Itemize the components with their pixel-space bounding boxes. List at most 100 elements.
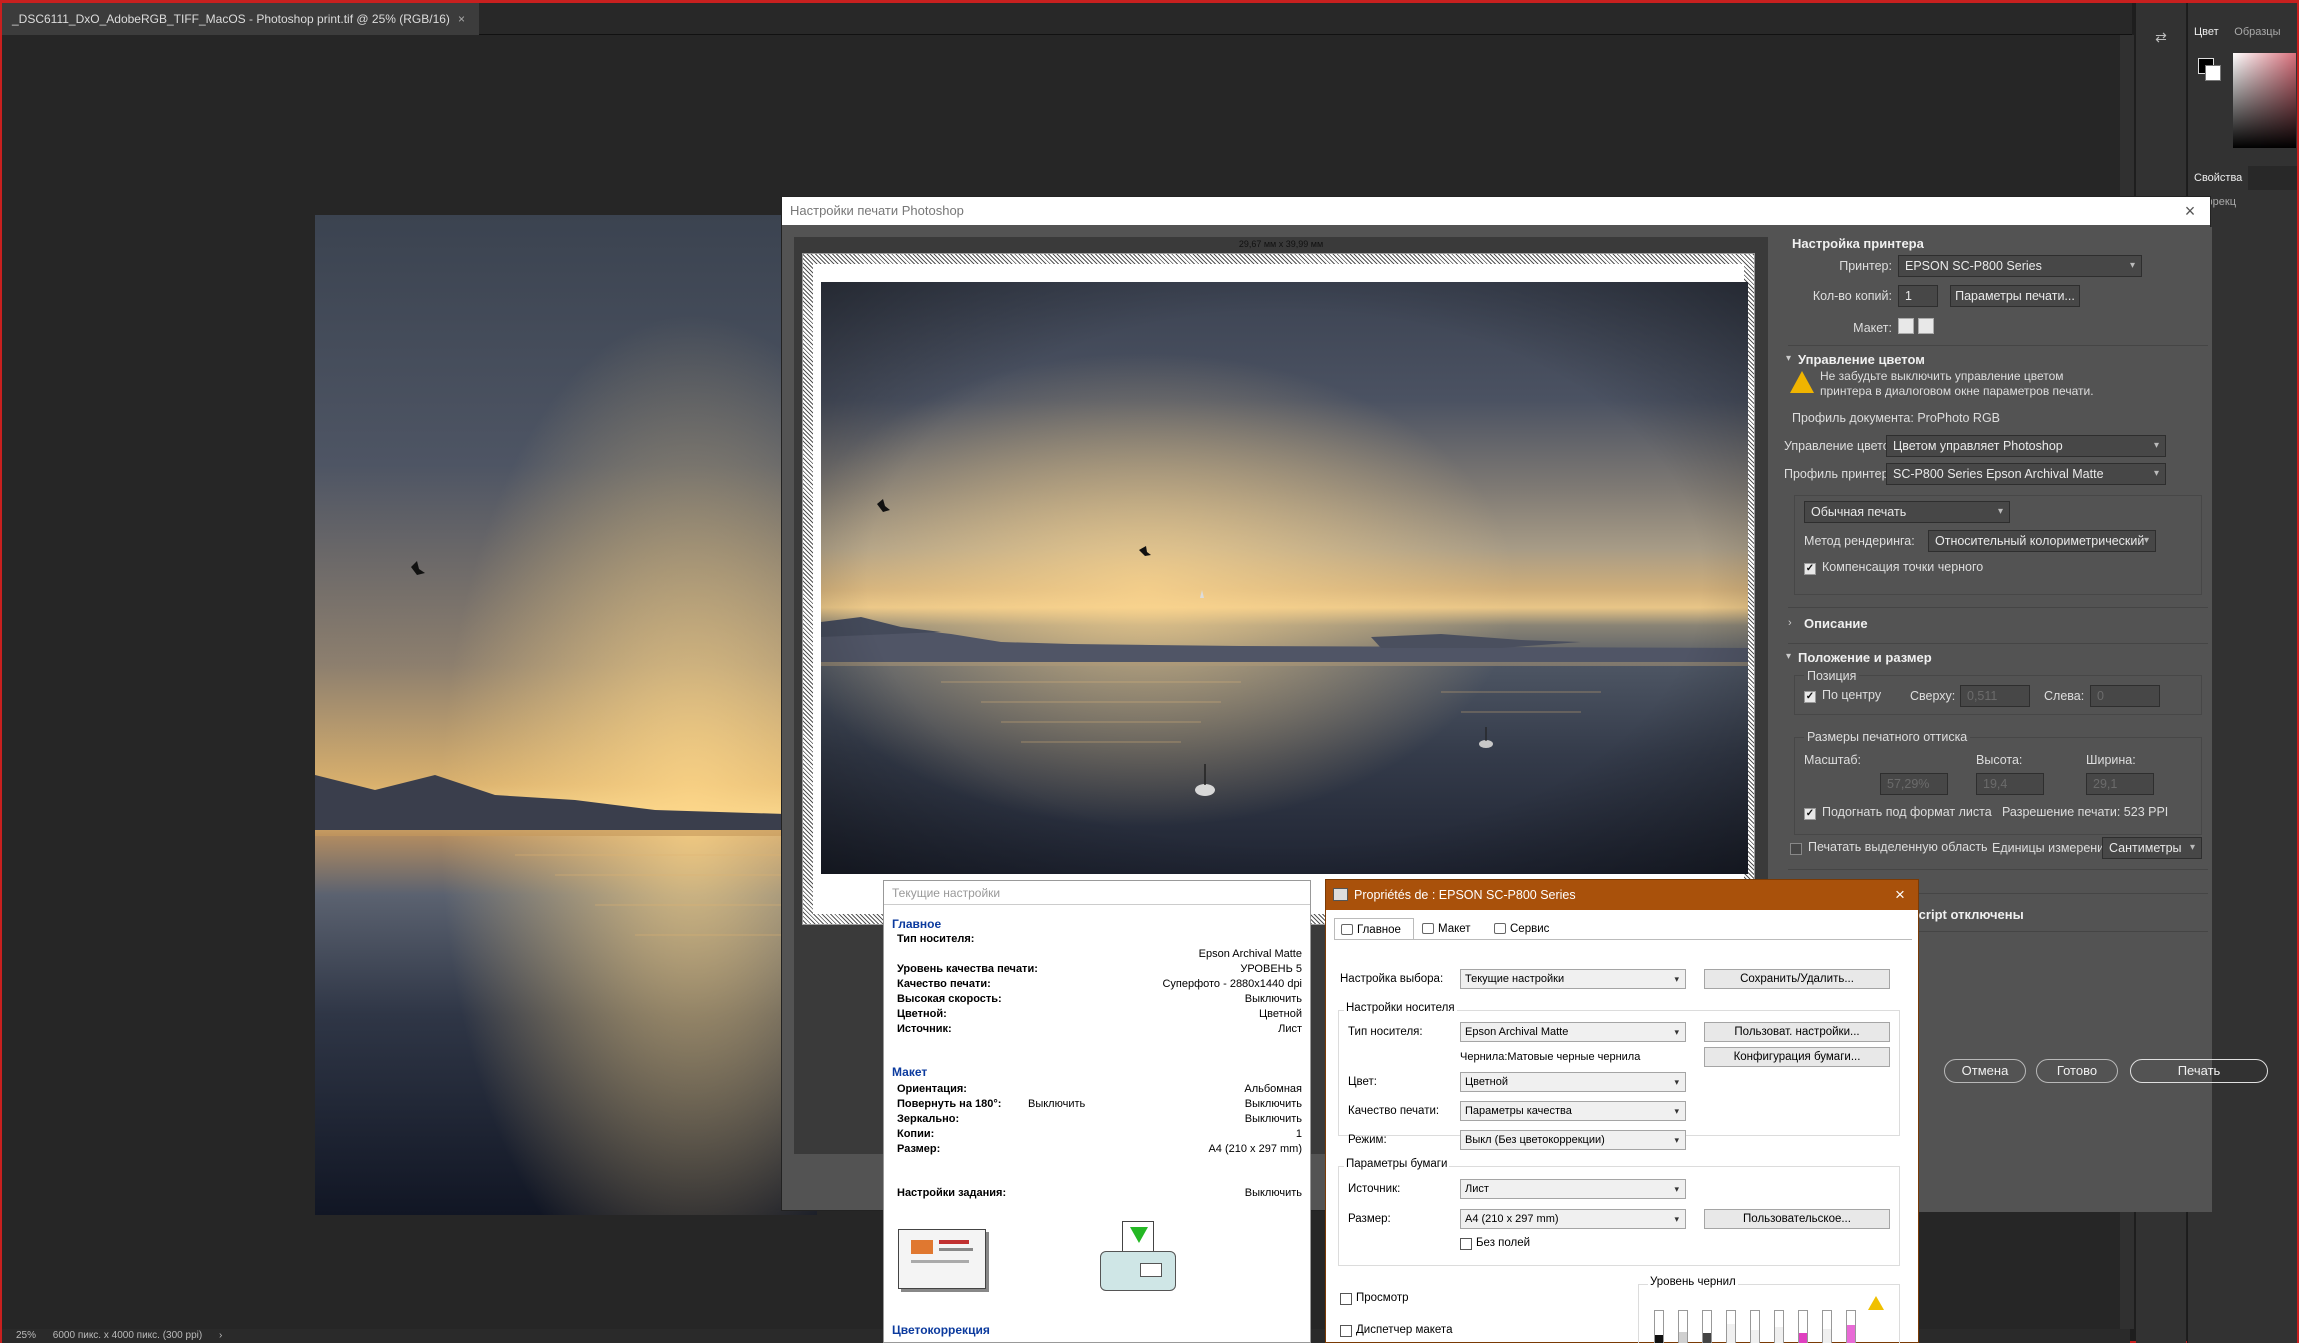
- tab-main[interactable]: Главное: [1334, 918, 1414, 940]
- section-divider: [1788, 345, 2208, 346]
- document-image: [315, 215, 817, 1215]
- black-point-label: Компенсация точки черного: [1822, 560, 1984, 574]
- settings-key: Уровень качества печати:: [897, 963, 1038, 975]
- preview-checkbox[interactable]: [1340, 1293, 1352, 1305]
- color-picker-field[interactable]: [2233, 53, 2296, 148]
- print-dimensions-label: 29,67 мм x 39,99 мм: [1238, 239, 1324, 249]
- fit-media-checkbox[interactable]: ✓: [1804, 808, 1816, 820]
- user-settings-button[interactable]: Пользоват. настройки...: [1704, 1022, 1890, 1042]
- chevron-down-icon: ▾: [2129, 260, 2135, 271]
- zoom-level[interactable]: 25%: [16, 1330, 36, 1341]
- quality-select[interactable]: Параметры качества ▾: [1460, 1101, 1686, 1121]
- color-handling-select[interactable]: Цветом управляет Photoshop ▾: [1886, 435, 2166, 457]
- print-dialog-title: Настройки печати Photoshop: [790, 203, 964, 218]
- color-select[interactable]: Цветной ▾: [1460, 1072, 1686, 1092]
- tab-service[interactable]: Сервис: [1488, 918, 1564, 940]
- ink-level-fill: [1799, 1333, 1807, 1343]
- stamp-mark: [911, 1240, 933, 1254]
- source-value: Лист: [1465, 1183, 1489, 1195]
- history-icon[interactable]: ⇄: [2151, 29, 2171, 49]
- ink-type-text: Чернила:Матовые черные чернила: [1460, 1051, 1641, 1063]
- landscape-layout-icon[interactable]: [1918, 318, 1934, 334]
- units-select[interactable]: Сантиметры ▾: [2102, 837, 2202, 859]
- rendering-select[interactable]: Относительный колориметрический ▾: [1928, 530, 2156, 552]
- paper-config-button[interactable]: Конфигурация бумаги...: [1704, 1047, 1890, 1067]
- print-button[interactable]: Печать: [2130, 1059, 2268, 1083]
- units-label: Единицы измерения:: [1992, 841, 2115, 855]
- ink-level-fill: [1751, 1330, 1759, 1343]
- close-icon[interactable]: ×: [2180, 197, 2200, 225]
- ink-cartridge: [1822, 1310, 1832, 1343]
- settings-value: УРОВЕНЬ 5: [1240, 963, 1302, 975]
- height-input[interactable]: 19,4: [1976, 773, 2044, 795]
- layout-manager-checkbox[interactable]: [1340, 1325, 1352, 1337]
- scripts-title[interactable]: Script отключены: [1910, 907, 2024, 922]
- ink-cartridge: [1846, 1310, 1856, 1343]
- quality-label: Качество печати:: [1348, 1105, 1440, 1117]
- status-arrow-icon[interactable]: ›: [219, 1330, 222, 1341]
- width-input[interactable]: 29,1: [2086, 773, 2154, 795]
- close-icon[interactable]: ×: [458, 12, 465, 26]
- done-button[interactable]: Готово: [2036, 1059, 2118, 1083]
- paper-preview: [802, 253, 1755, 925]
- print-params-button[interactable]: Параметры печати...: [1950, 285, 2080, 307]
- color-panel: Цвет Образцы: [2187, 3, 2297, 193]
- cancel-button[interactable]: Отмена: [1944, 1059, 2026, 1083]
- tab-properties[interactable]: Свойства: [2188, 166, 2249, 190]
- settings-value: Epson Archival Matte: [1198, 948, 1302, 960]
- print-mode-select[interactable]: Обычная печать ▾: [1804, 501, 2010, 523]
- settings-value: Выключить: [1244, 1113, 1302, 1125]
- color-panel-tabs: Цвет Образцы: [2188, 21, 2298, 43]
- ink-cartridge: [1774, 1310, 1784, 1343]
- mode-select[interactable]: Выкл (Без цветокоррекции) ▾: [1460, 1130, 1686, 1150]
- chevron-down-icon[interactable]: ▾: [1786, 353, 1791, 364]
- borderless-checkbox[interactable]: [1460, 1238, 1472, 1250]
- source-label: Источник:: [1348, 1183, 1401, 1195]
- printer-profile-select[interactable]: SC-P800 Series Epson Archival Matte ▾: [1886, 463, 2166, 485]
- size-label: Размер:: [1348, 1213, 1391, 1225]
- document-tab[interactable]: _DSC6111_DxO_AdobeRGB_TIFF_MacOS - Photo…: [2, 3, 479, 35]
- layout-heading: Макет: [892, 1065, 928, 1079]
- copies-input[interactable]: 1: [1898, 285, 1938, 307]
- background-color-swatch[interactable]: [2205, 65, 2221, 81]
- left-input[interactable]: 0: [2090, 685, 2160, 707]
- portrait-layout-icon[interactable]: [1898, 318, 1914, 334]
- wrench-icon: [1494, 923, 1506, 934]
- center-checkbox[interactable]: ✓: [1804, 691, 1816, 703]
- tab-swatches[interactable]: Образцы: [2228, 21, 2286, 43]
- tab-color[interactable]: Цвет: [2188, 21, 2225, 43]
- print-dialog-titlebar: Настройки печати Photoshop: [782, 197, 2210, 225]
- select-settings-select[interactable]: Текущие настройки ▾: [1460, 969, 1686, 989]
- top-input[interactable]: 0,511: [1960, 685, 2030, 707]
- scale-input[interactable]: 57,29%: [1880, 773, 1948, 795]
- tab-layout[interactable]: Макет: [1416, 918, 1486, 940]
- custom-size-button[interactable]: Пользовательское...: [1704, 1209, 1890, 1229]
- ink-cartridge: [1750, 1310, 1760, 1343]
- description-title[interactable]: Описание: [1804, 616, 1868, 631]
- chevron-right-icon[interactable]: ›: [1788, 617, 1792, 629]
- ink-cartridge: [1726, 1310, 1736, 1343]
- chevron-down-icon: ▾: [2153, 440, 2159, 451]
- color-value: Цветной: [1465, 1076, 1508, 1088]
- ink-levels-label: Уровень чернил: [1648, 1276, 1738, 1288]
- settings-value: Лист: [1278, 1023, 1302, 1035]
- save-delete-button[interactable]: Сохранить/Удалить...: [1704, 969, 1890, 989]
- close-icon[interactable]: ×: [1890, 880, 1910, 910]
- media-type-select[interactable]: Epson Archival Matte ▾: [1460, 1022, 1686, 1042]
- black-point-checkbox[interactable]: ✓: [1804, 563, 1816, 575]
- chevron-down-icon[interactable]: ▾: [1786, 651, 1791, 662]
- print-mode-value: Обычная печать: [1811, 505, 1907, 519]
- ink-cartridge: [1798, 1310, 1808, 1343]
- ink-level-fill: [1775, 1327, 1783, 1343]
- ink-cartridge: [1702, 1310, 1712, 1343]
- print-preview-image[interactable]: [821, 282, 1748, 874]
- printer-label: Принтер:: [1839, 259, 1892, 273]
- rotate-value: Выключить: [1028, 1098, 1086, 1110]
- printer-select[interactable]: EPSON SC-P800 Series ▾: [1898, 255, 2142, 277]
- settings-key: Зеркально:: [897, 1113, 960, 1125]
- source-select[interactable]: Лист ▾: [1460, 1179, 1686, 1199]
- quality-value: Параметры качества: [1465, 1105, 1572, 1117]
- size-select[interactable]: A4 (210 x 297 mm) ▾: [1460, 1209, 1686, 1229]
- print-selection-checkbox[interactable]: [1790, 843, 1802, 855]
- document-tab-bar: _DSC6111_DxO_AdobeRGB_TIFF_MacOS - Photo…: [2, 3, 2132, 35]
